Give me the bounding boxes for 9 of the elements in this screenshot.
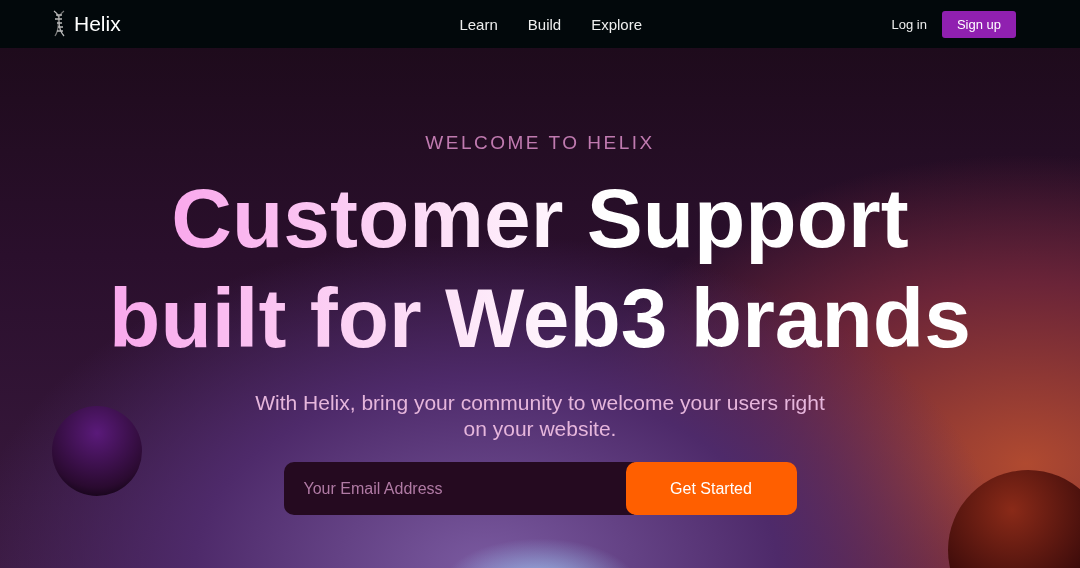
nav-link[interactable]: Build xyxy=(527,15,562,33)
eyebrow-text: WELCOME TO HELIX xyxy=(425,132,655,154)
brand-name[interactable]: Helix xyxy=(74,12,121,36)
nav-link[interactable]: Explore xyxy=(591,15,643,33)
nav-link[interactable]: Learn xyxy=(459,15,498,33)
subtitle-text: With Helix, bring your community to welcome your users right on your website. xyxy=(254,390,826,442)
login-link[interactable]: Log in xyxy=(891,16,927,32)
signup-button[interactable]: Sign up xyxy=(941,10,1016,38)
email-field[interactable]: Your Email Address xyxy=(283,462,634,515)
